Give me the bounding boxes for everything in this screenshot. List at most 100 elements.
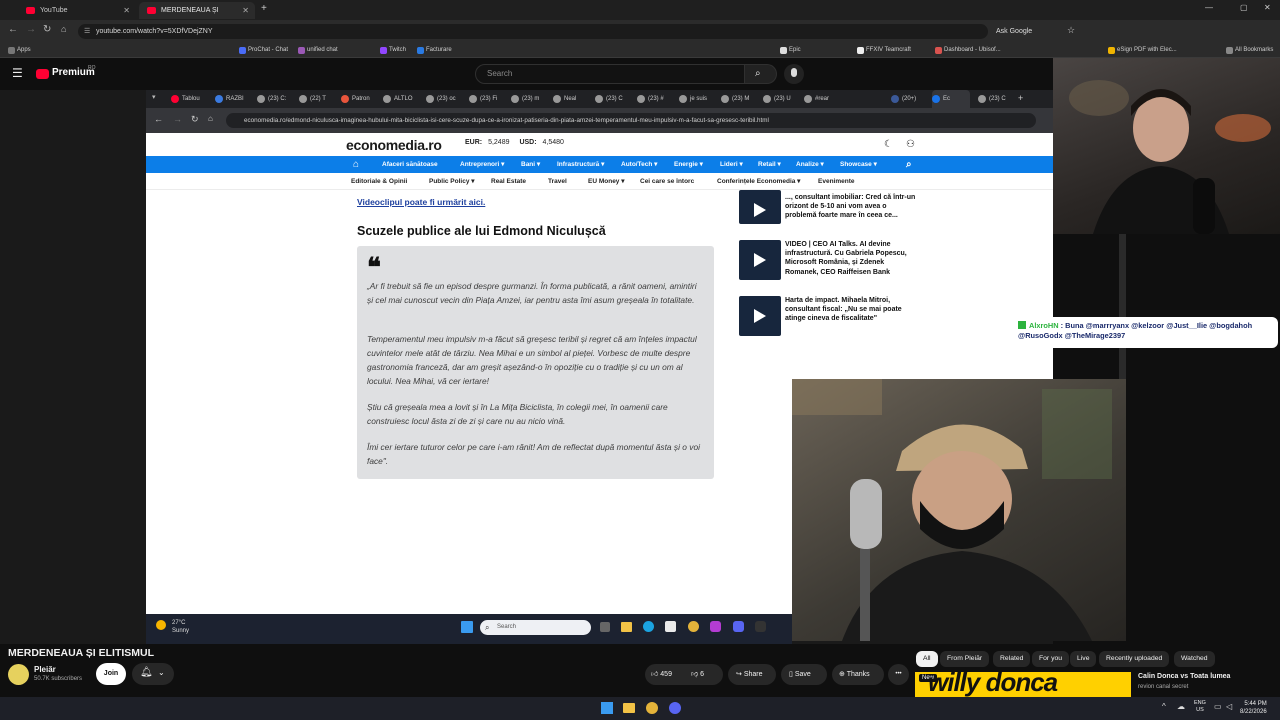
obs-icon[interactable] xyxy=(755,621,766,632)
subnav-eu-money[interactable]: EU Money ▾ xyxy=(588,173,625,190)
inner-back-icon[interactable]: ← xyxy=(154,114,163,124)
subnav-public-policy[interactable]: Public Policy ▾ xyxy=(429,173,475,190)
forward-icon[interactable]: → xyxy=(26,24,36,35)
voice-search-button[interactable] xyxy=(784,64,804,84)
inner-tab[interactable]: (23) Fi xyxy=(469,90,497,108)
bookmark-prochat[interactable]: ProChat - Chat xyxy=(239,42,288,58)
subnav-cei-care-se-intorc[interactable]: Cei care se întorc xyxy=(640,173,694,190)
close-tab-icon[interactable]: ✕ xyxy=(242,2,249,19)
inner-tab[interactable]: Neal xyxy=(553,90,576,108)
save-button[interactable]: ▯ Save xyxy=(781,664,827,685)
chip-all[interactable]: All xyxy=(916,651,938,667)
bookmark-facturare[interactable]: Facturare xyxy=(417,42,452,58)
browser-tab-active[interactable]: MERDENEAUA ȘI ELITISMUL ✕ xyxy=(139,2,255,31)
back-icon[interactable]: ← xyxy=(8,24,18,35)
inner-reload-icon[interactable]: ↻ xyxy=(191,114,199,125)
discord-icon[interactable] xyxy=(669,702,681,714)
subnav-editoriale[interactable]: Editoriale & Opinii xyxy=(351,173,407,190)
site-search-icon[interactable]: ⌕ xyxy=(906,156,912,173)
inner-tab[interactable]: je suis xyxy=(679,90,707,108)
nav-auto-tech[interactable]: Auto/Tech ▾ xyxy=(621,156,657,173)
inner-tab[interactable]: #rear xyxy=(804,90,829,108)
inner-tab[interactable]: (23) C xyxy=(595,90,623,108)
task-view-icon[interactable] xyxy=(600,622,610,632)
bookmark-star-icon[interactable]: ☆ xyxy=(1067,25,1075,36)
file-explorer-icon[interactable] xyxy=(623,703,635,713)
inner-tab[interactable]: Patron xyxy=(341,90,370,108)
economedia-logo[interactable]: economedia.ro xyxy=(346,137,442,153)
bookmark-dashboard[interactable]: Dashboard - Ubisof... xyxy=(935,42,1001,58)
language-indicator[interactable]: ENG US xyxy=(1194,700,1206,714)
inner-tab-active[interactable]: Ec xyxy=(932,90,971,108)
onedrive-icon[interactable]: ☁ xyxy=(1177,702,1185,711)
inner-taskbar-search[interactable]: ⌕ Search xyxy=(480,620,591,635)
inner-tab[interactable]: (23) # xyxy=(637,90,664,108)
nav-afaceri-sanatoase[interactable]: Afaceri sănătoase xyxy=(382,156,438,173)
app-icon[interactable] xyxy=(710,621,721,632)
home-nav-icon[interactable]: ⌂ xyxy=(353,156,359,173)
inner-home-icon[interactable]: ⌂ xyxy=(208,114,213,123)
inner-tab[interactable]: RAZBI xyxy=(215,90,244,108)
weather-widget[interactable]: 27°C Sunny xyxy=(156,619,189,635)
inner-new-tab-icon[interactable]: + xyxy=(1018,93,1023,103)
share-button[interactable]: ↪ Share xyxy=(728,664,776,685)
chip-related[interactable]: Related xyxy=(993,651,1031,667)
reload-icon[interactable]: ↻ xyxy=(43,24,51,35)
inner-tab[interactable]: (20+) xyxy=(891,90,916,108)
chip-recently-uploaded[interactable]: Recently uploaded xyxy=(1099,651,1170,667)
inner-tab[interactable]: (23) C xyxy=(978,90,1006,108)
subnav-real-estate[interactable]: Real Estate xyxy=(491,173,526,190)
bookmark-all[interactable]: All Bookmarks xyxy=(1226,42,1273,58)
thanks-button[interactable]: ⊕ Thanks xyxy=(832,664,884,685)
chip-from-channel[interactable]: From Pleiăr xyxy=(940,651,990,667)
volume-icon[interactable]: ◁ xyxy=(1226,702,1232,711)
chip-live[interactable]: Live xyxy=(1070,651,1097,667)
inner-tab[interactable]: (23) oc xyxy=(426,90,456,108)
bookmark-epic[interactable]: Epic xyxy=(780,42,801,58)
file-explorer-icon[interactable] xyxy=(621,622,632,632)
system-clock[interactable]: 5:44 PM 8/22/2026 xyxy=(1240,700,1267,716)
nav-showcase[interactable]: Showcase ▾ xyxy=(840,156,877,173)
nav-bani[interactable]: Bani ▾ xyxy=(521,156,540,173)
more-actions-button[interactable]: ••• xyxy=(888,664,909,685)
network-icon[interactable]: ▭ xyxy=(1214,702,1222,711)
nav-analize[interactable]: Analize ▾ xyxy=(796,156,824,173)
chrome-icon[interactable] xyxy=(688,621,699,632)
recommendation-title[interactable]: Calin Donca vs Toata lumea xyxy=(1138,673,1230,680)
nav-energie[interactable]: Energie ▾ xyxy=(674,156,703,173)
inner-address-bar[interactable]: economedia.ro/edmond-niculusca-imaginea-… xyxy=(226,113,1036,128)
nav-retail[interactable]: Retail ▾ xyxy=(758,156,781,173)
bookmark-twitch[interactable]: Twitch xyxy=(380,42,406,58)
browser-tab[interactable]: YouTube ✕ xyxy=(18,2,136,19)
discord-icon[interactable] xyxy=(733,621,744,632)
minimize-icon[interactable]: — xyxy=(1205,3,1213,12)
dark-mode-icon[interactable]: ☾ xyxy=(884,139,893,150)
channel-name[interactable]: Pleiăr xyxy=(34,665,56,674)
notification-bell-button[interactable]: 🔔︎ ⌄ xyxy=(132,663,174,685)
hamburger-menu-icon[interactable]: ☰ xyxy=(12,66,23,80)
bookmark-esign[interactable]: eSign PDF with Elec... xyxy=(1108,42,1177,58)
like-button[interactable]: 👍︎ 459 xyxy=(651,664,687,685)
close-window-icon[interactable]: ✕ xyxy=(1264,3,1271,12)
channel-avatar[interactable] xyxy=(8,664,29,685)
windows-start-icon[interactable] xyxy=(461,621,473,633)
close-tab-icon[interactable]: ✕ xyxy=(123,2,130,19)
user-icon[interactable]: ⚇ xyxy=(906,139,915,150)
nav-lideri[interactable]: Lideri ▾ xyxy=(720,156,743,173)
tab-list-icon[interactable]: ▾ xyxy=(152,93,156,101)
join-button[interactable]: Join xyxy=(96,663,126,685)
dislike-button[interactable]: 👎︎ 6 xyxy=(691,664,721,685)
maximize-icon[interactable]: ▢ xyxy=(1240,3,1248,12)
inner-tab[interactable]: (22) T xyxy=(299,90,326,108)
chip-watched[interactable]: Watched xyxy=(1174,651,1215,667)
bookmark-apps[interactable]: Apps xyxy=(8,42,31,58)
edge-icon[interactable] xyxy=(643,621,654,632)
chrome-icon[interactable] xyxy=(646,702,658,714)
store-icon[interactable] xyxy=(665,621,676,632)
address-bar[interactable]: ☰ youtube.com/watch?v=5XDfVDejZNY Ask Go… xyxy=(78,24,1032,39)
inner-tab[interactable]: (23) C: xyxy=(257,90,286,108)
youtube-search-button[interactable]: ⌕ xyxy=(745,64,777,84)
inner-forward-icon[interactable]: → xyxy=(173,114,182,124)
video-link[interactable]: Videoclipul poate fi urmărit aici. xyxy=(357,197,485,207)
tray-overflow-icon[interactable]: ^ xyxy=(1162,702,1166,711)
